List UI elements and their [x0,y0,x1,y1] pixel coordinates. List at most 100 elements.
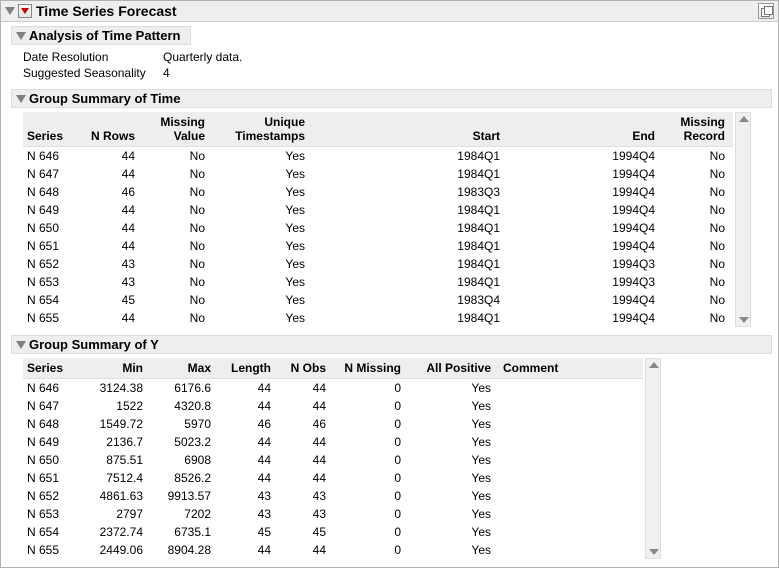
popout-button[interactable] [758,3,774,19]
table-row[interactable]: N 650875.51690844440Yes [23,451,643,469]
table-row[interactable]: N 64715224320.844440Yes [23,397,643,415]
col-missing-record[interactable]: MissingRecord [663,112,733,147]
cell-nobs: 43 [279,505,334,523]
cell-missing-value: No [143,291,213,309]
table-row[interactable]: N 6463124.386176.644440Yes [23,379,643,398]
cell-min: 1549.72 [81,415,151,433]
cell-max: 9913.57 [151,487,219,505]
section-header-time: Group Summary of Time [11,89,772,108]
table-row[interactable]: N 64944NoYes1984Q11994Q4No [23,201,733,219]
cell-max: 4320.8 [151,397,219,415]
cell-nobs: 46 [279,415,334,433]
cell-length: 46 [219,415,279,433]
cell-nrows: 44 [83,237,143,255]
col-unique-ts[interactable]: UniqueTimestamps [213,112,313,147]
table-row[interactable]: N 65343NoYes1984Q11994Q3No [23,273,733,291]
cell-unique-ts: Yes [213,273,313,291]
section-header-analysis: Analysis of Time Pattern [11,26,191,45]
table-row[interactable]: N 64846NoYes1983Q31994Q4No [23,183,733,201]
col-series[interactable]: Series [23,112,83,147]
main-header: Time Series Forecast [1,1,778,22]
table-row[interactable]: N 6542372.746735.145450Yes [23,523,643,541]
disclosure-icon[interactable] [5,7,15,15]
cell-length: 45 [219,523,279,541]
scrollbar-vertical[interactable] [645,358,661,559]
section-title: Group Summary of Time [29,91,180,106]
table-row[interactable]: N 65144NoYes1984Q11994Q4No [23,237,733,255]
scroll-up-icon [739,116,749,122]
cell-series: N 654 [23,291,83,309]
scrollbar-vertical[interactable] [735,112,751,327]
cell-max: 8526.2 [151,469,219,487]
cell-length: 44 [219,451,279,469]
table-row[interactable]: N 6532797720243430Yes [23,505,643,523]
col-length[interactable]: Length [219,358,279,379]
disclosure-icon[interactable] [16,32,26,40]
cell-nmissing: 0 [334,379,409,398]
col-comment[interactable]: Comment [499,358,643,379]
cell-start: 1984Q1 [313,147,508,166]
cell-min: 2372.74 [81,523,151,541]
table-row[interactable]: N 6552449.068904.2844440Yes [23,541,643,559]
cell-max: 5970 [151,415,219,433]
triangle-down-icon [21,8,29,14]
cell-comment [499,397,643,415]
table-row[interactable]: N 6492136.75023.244440Yes [23,433,643,451]
cell-allpositive: Yes [409,469,499,487]
col-end[interactable]: End [508,112,663,147]
cell-end: 1994Q3 [508,273,663,291]
table-row[interactable]: N 6517512.48526.244440Yes [23,469,643,487]
cell-missing-value: No [143,309,213,327]
cell-start: 1983Q4 [313,291,508,309]
col-series[interactable]: Series [23,358,81,379]
table-row[interactable]: N 65044NoYes1984Q11994Q4No [23,219,733,237]
cell-end: 1994Q4 [508,237,663,255]
cell-comment [499,451,643,469]
col-nobs[interactable]: N Obs [279,358,334,379]
cell-unique-ts: Yes [213,183,313,201]
cell-max: 6735.1 [151,523,219,541]
col-min[interactable]: Min [81,358,151,379]
cell-start: 1984Q1 [313,219,508,237]
cell-series: N 651 [23,469,81,487]
col-nmissing[interactable]: N Missing [334,358,409,379]
cell-missing-value: No [143,147,213,166]
table-row[interactable]: N 65445NoYes1983Q41994Q4No [23,291,733,309]
cell-comment [499,541,643,559]
scroll-down-icon [649,549,659,555]
cell-end: 1994Q3 [508,255,663,273]
table-row[interactable]: N 6481549.72597046460Yes [23,415,643,433]
date-resolution-value: Quarterly data. [163,49,242,65]
cell-allpositive: Yes [409,397,499,415]
disclosure-icon[interactable] [16,95,26,103]
cell-min: 1522 [81,397,151,415]
cell-nmissing: 0 [334,469,409,487]
col-max[interactable]: Max [151,358,219,379]
col-allpositive[interactable]: All Positive [409,358,499,379]
cell-length: 44 [219,541,279,559]
col-missing-value[interactable]: MissingValue [143,112,213,147]
section-title: Analysis of Time Pattern [29,28,180,43]
cell-unique-ts: Yes [213,291,313,309]
table-row[interactable]: N 65243NoYes1984Q11994Q3No [23,255,733,273]
cell-nmissing: 0 [334,397,409,415]
disclosure-icon[interactable] [16,341,26,349]
table-row[interactable]: N 64744NoYes1984Q11994Q4No [23,165,733,183]
cell-missing-value: No [143,237,213,255]
table-row[interactable]: N 65544NoYes1984Q11994Q4No [23,309,733,327]
col-start[interactable]: Start [313,112,508,147]
cell-nmissing: 0 [334,541,409,559]
table-row[interactable]: N 6524861.639913.5743430Yes [23,487,643,505]
cell-nrows: 43 [83,273,143,291]
table-row[interactable]: N 64644NoYes1984Q11994Q4No [23,147,733,166]
cell-unique-ts: Yes [213,165,313,183]
cell-nrows: 46 [83,183,143,201]
y-summary-table: Series Min Max Length N Obs N Missing Al… [23,358,643,559]
cell-series: N 646 [23,379,81,398]
report-menu-button[interactable] [18,4,32,18]
cell-series: N 655 [23,309,83,327]
cell-allpositive: Yes [409,451,499,469]
section-y-summary: Group Summary of Y Series Min Max Length… [11,335,772,559]
col-nrows[interactable]: N Rows [83,112,143,147]
section-title: Group Summary of Y [29,337,159,352]
